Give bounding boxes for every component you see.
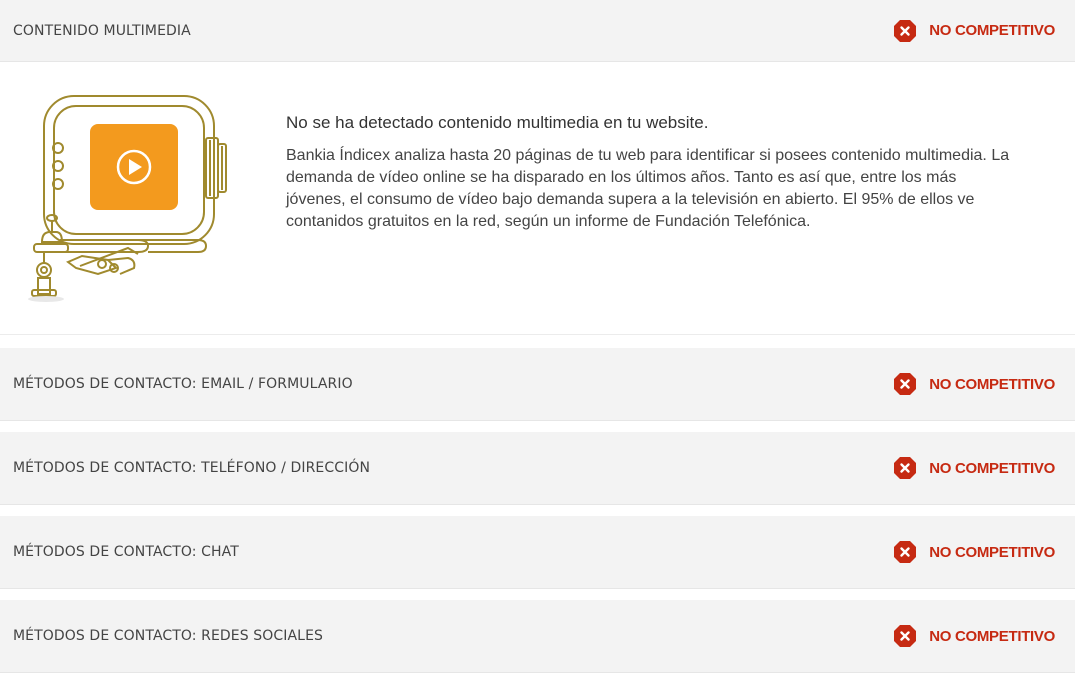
section-title: MÉTODOS DE CONTACTO: CHAT — [13, 544, 239, 560]
status-badge: NO COMPETITIVO — [893, 19, 1055, 43]
close-icon — [894, 457, 917, 479]
section-title: MÉTODOS DE CONTACTO: EMAIL / FORMULARIO — [13, 376, 353, 392]
section-title: MÉTODOS DE CONTACTO: TELÉFONO / DIRECCIÓ… — [13, 460, 371, 476]
status-badge: NO COMPETITIVO — [893, 372, 1055, 396]
status-badge: NO COMPETITIVO — [893, 540, 1055, 564]
detail-headline: No se ha detectado contenido multimedia … — [286, 113, 709, 132]
detail-body: Bankia Índicex analiza hasta 20 páginas … — [286, 147, 1010, 230]
video-camera-illustration — [28, 95, 227, 302]
section-header-social-networks[interactable]: MÉTODOS DE CONTACTO: REDES SOCIALES NO C… — [0, 600, 1075, 673]
status-label: NO COMPETITIVO — [929, 459, 1055, 477]
close-icon — [894, 19, 917, 42]
status-label: NO COMPETITIVO — [929, 543, 1055, 561]
status-label: NO COMPETITIVO — [929, 375, 1055, 393]
close-icon — [894, 625, 917, 647]
section-header-phone-address[interactable]: MÉTODOS DE CONTACTO: TELÉFONO / DIRECCIÓ… — [0, 432, 1075, 505]
status-label: NO COMPETITIVO — [929, 627, 1055, 645]
section-header-chat[interactable]: MÉTODOS DE CONTACTO: CHAT NO COMPETITIVO — [0, 516, 1075, 589]
section-header-email-form[interactable]: MÉTODOS DE CONTACTO: EMAIL / FORMULARIO … — [0, 348, 1075, 421]
status-label: NO COMPETITIVO — [929, 22, 1055, 39]
section-title: MÉTODOS DE CONTACTO: REDES SOCIALES — [13, 628, 323, 644]
close-icon — [894, 541, 917, 563]
section-header-multimedia[interactable]: CONTENIDO MULTIMEDIA NO COMPETITIVO — [0, 0, 1075, 62]
close-icon — [894, 373, 917, 395]
status-badge: NO COMPETITIVO — [893, 456, 1055, 480]
section-title: CONTENIDO MULTIMEDIA — [13, 22, 191, 39]
status-badge: NO COMPETITIVO — [893, 624, 1055, 648]
